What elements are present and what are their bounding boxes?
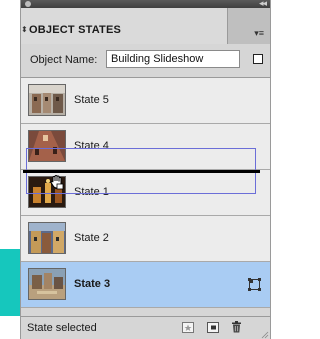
resize-grip-icon[interactable] — [261, 331, 269, 339]
state-row-3[interactable]: State 3 — [21, 262, 270, 308]
state-label: State 4 — [74, 140, 109, 152]
object-name-label: Object Name: — [30, 54, 98, 66]
state-row-5[interactable]: State 5 — [21, 78, 270, 124]
panel-tabbar: ⬍ OBJECT STATES ▾≡ — [21, 8, 270, 45]
state-thumbnail — [28, 130, 66, 162]
state-label: State 1 — [74, 186, 109, 198]
panel-statusbar: State selected — [21, 316, 270, 339]
tab-stepper-icon[interactable]: ⬍ — [21, 25, 28, 34]
panel-menu-icon[interactable]: ▾≡ — [254, 28, 264, 39]
drag-hand-cursor-icon — [50, 175, 64, 190]
object-checkbox[interactable] — [253, 54, 263, 64]
state-label: State 3 — [74, 278, 111, 290]
object-name-row: Object Name: — [21, 44, 270, 78]
state-label: State 5 — [74, 94, 109, 106]
new-state-icon[interactable] — [181, 321, 194, 333]
tab-object-states[interactable]: ⬍ OBJECT STATES — [21, 8, 228, 44]
state-thumbnail — [28, 222, 66, 254]
delete-state-icon[interactable] — [230, 321, 243, 333]
duplicate-state-icon[interactable] — [206, 321, 219, 333]
background-accent-strip — [0, 249, 20, 316]
object-name-field[interactable] — [106, 50, 240, 68]
status-text: State selected — [27, 322, 97, 334]
close-panel-icon[interactable] — [25, 1, 31, 7]
drop-insertion-line — [23, 170, 260, 173]
state-label: State 2 — [74, 232, 109, 244]
panel-titlebar[interactable]: ◂◂ — [21, 0, 270, 8]
state-row-4[interactable]: State 4 — [21, 124, 270, 170]
states-list: State 5 State 4 State 1 State 2 State 3 — [21, 78, 270, 316]
state-row-2[interactable]: State 2 — [21, 216, 270, 262]
state-thumbnail — [28, 268, 66, 300]
state-thumbnail — [28, 84, 66, 116]
selection-indicator-icon[interactable] — [248, 278, 260, 290]
object-states-panel: ◂◂ ⬍ OBJECT STATES ▾≡ Object Name: Build… — [20, 0, 271, 339]
panel-title: OBJECT STATES — [29, 24, 122, 36]
